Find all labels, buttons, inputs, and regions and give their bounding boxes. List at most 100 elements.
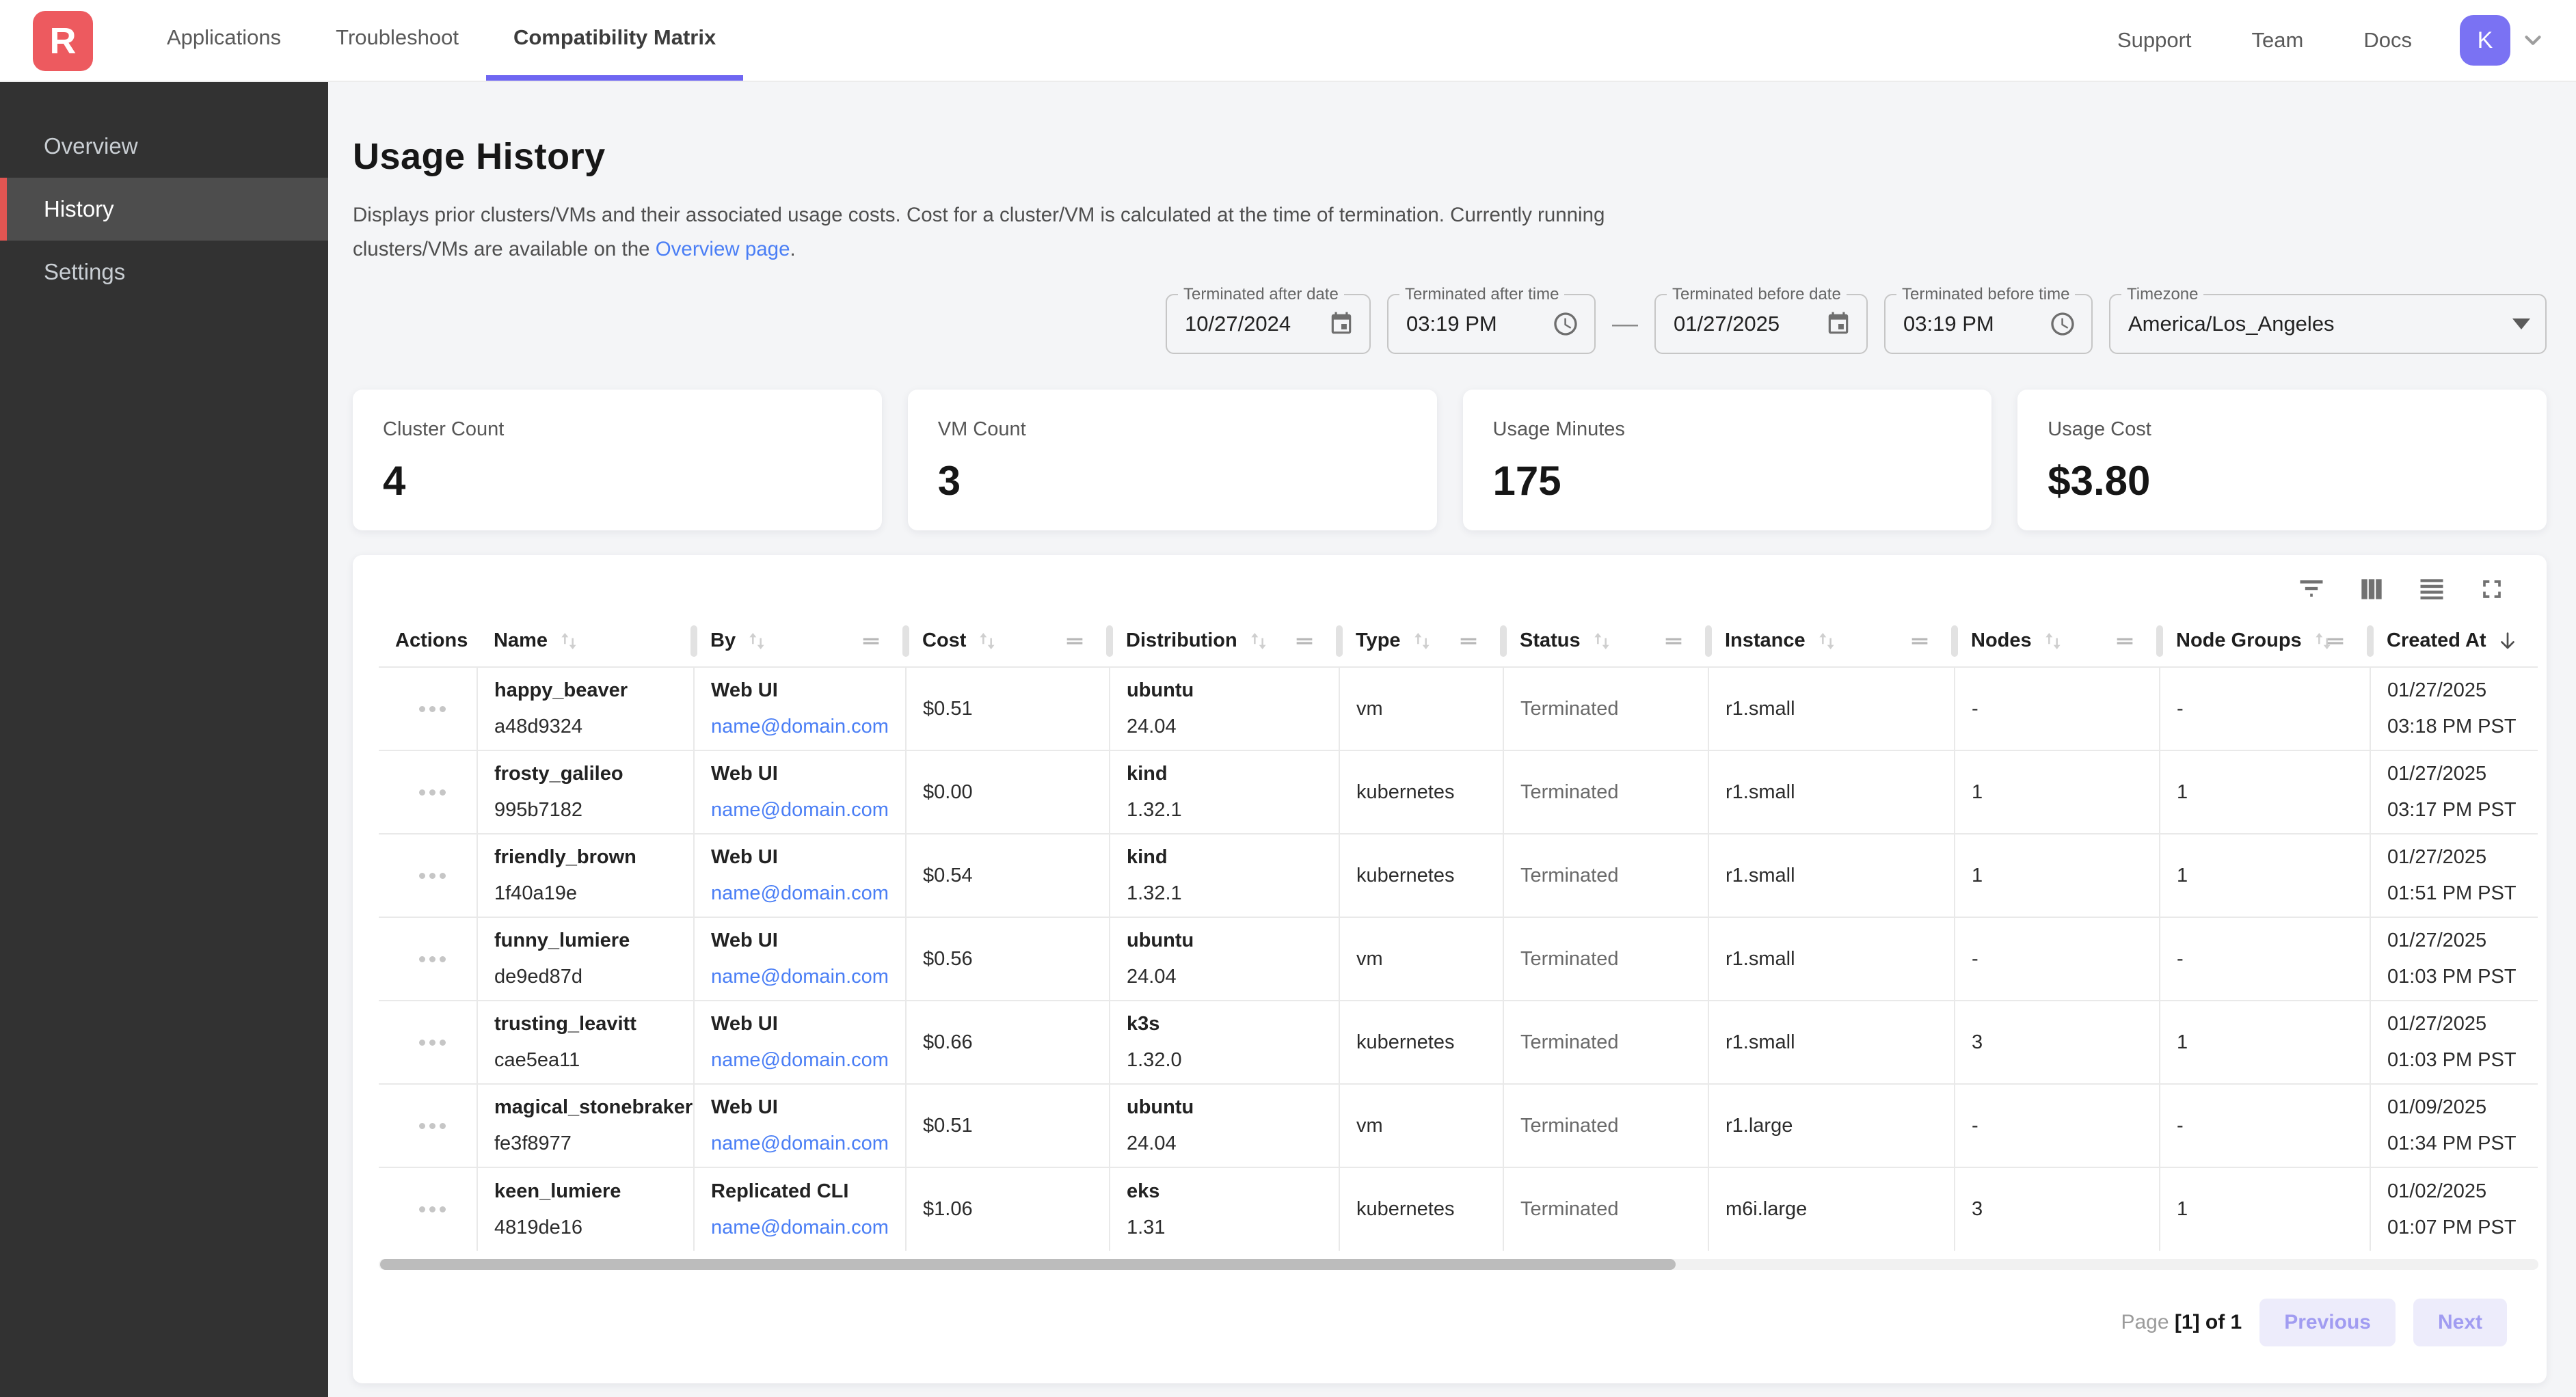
type-cell: kubernetes [1339,1001,1503,1084]
team-link[interactable]: Team [2252,28,2304,53]
timezone-select[interactable]: Timezone America/Los_Angeles [2109,294,2547,354]
user-menu-chevron-icon[interactable] [2520,27,2546,53]
sort-icon[interactable] [745,629,768,653]
column-header-node-groups[interactable]: Node Groups [2160,615,2370,667]
user-avatar[interactable]: K [2460,15,2510,66]
column-menu-icon[interactable] [2324,629,2347,653]
range-dash: — [1612,310,1638,339]
sidebar-item-history[interactable]: History [0,178,328,241]
distribution-name: ubuntu [1127,930,1332,952]
terminated-after-time-field[interactable]: Terminated after time [1387,294,1596,354]
column-header-cost[interactable]: Cost [906,615,1110,667]
density-icon[interactable] [2417,574,2447,604]
created-by-email-link[interactable]: name@domain.com [711,1049,898,1072]
node-groups-cell: - [2160,667,2370,750]
created-by-email-link[interactable]: name@domain.com [711,882,898,905]
avatar-initial: K [2478,27,2493,54]
fullscreen-icon[interactable] [2477,574,2507,604]
row-actions-button[interactable] [395,1168,470,1251]
row-actions-button[interactable] [395,1001,470,1083]
column-menu-icon[interactable] [1908,629,1931,653]
columns-icon[interactable] [2357,574,2387,604]
column-header-created-at[interactable]: Created At [2370,615,2538,667]
type-cell: kubernetes [1339,750,1503,834]
dropdown-caret-icon[interactable] [2512,318,2530,329]
type-cell: vm [1339,1084,1503,1167]
column-header-instance[interactable]: Instance [1708,615,1955,667]
terminated-before-date-input[interactable] [1674,312,1819,336]
tab-troubleshoot[interactable]: Troubleshoot [308,0,486,81]
column-menu-icon[interactable] [2113,629,2136,653]
sort-icon[interactable] [1247,629,1270,653]
column-menu-icon[interactable] [1662,629,1685,653]
filter-icon[interactable] [2296,574,2326,604]
nodes-cell: - [1955,667,2160,750]
stat-card-cluster-count: Cluster Count 4 [353,390,882,530]
clock-icon[interactable] [1552,310,1579,338]
column-header-actions: Actions [379,615,477,667]
row-actions-button[interactable] [395,751,470,833]
table-toolbar [353,555,2547,612]
row-actions-button[interactable] [395,668,470,750]
sort-icon[interactable] [557,629,580,653]
column-header-status[interactable]: Status [1503,615,1708,667]
horizontal-scrollbar-thumb[interactable] [380,1259,1676,1270]
sort-icon[interactable] [976,629,999,653]
created-by-email-link[interactable]: name@domain.com [711,716,898,738]
terminated-before-date-field[interactable]: Terminated before date [1654,294,1868,354]
column-menu-icon[interactable] [859,629,883,653]
row-actions-button[interactable] [395,918,470,1000]
sidebar-item-settings[interactable]: Settings [0,241,328,303]
column-menu-icon[interactable] [1063,629,1086,653]
distribution-name: ubuntu [1127,679,1332,702]
cluster-name: frosty_galileo [494,763,686,785]
column-header-nodes[interactable]: Nodes [1955,615,2160,667]
overview-page-link[interactable]: Overview page [656,238,790,260]
distribution-version: 24.04 [1127,1132,1332,1155]
terminated-after-date-input[interactable] [1185,312,1321,336]
sort-icon[interactable] [1410,629,1434,653]
terminated-before-time-label: Terminated before time [1896,285,2075,304]
terminated-after-date-field[interactable]: Terminated after date [1166,294,1371,354]
support-link[interactable]: Support [2117,28,2192,53]
column-menu-icon[interactable] [1293,629,1316,653]
column-header-distribution[interactable]: Distribution [1110,615,1339,667]
terminated-before-time-field[interactable]: Terminated before time [1884,294,2093,354]
node-groups-cell: - [2160,1084,2370,1167]
sidebar-item-overview[interactable]: Overview [0,115,328,178]
sort-icon[interactable] [2041,629,2065,653]
created-date: 01/27/2025 [2387,763,2531,785]
terminated-after-time-input[interactable] [1406,312,1545,336]
calendar-icon[interactable] [1825,311,1851,337]
created-by-email-link[interactable]: name@domain.com [711,1132,898,1155]
row-actions-button[interactable] [395,835,470,917]
column-menu-icon[interactable] [1457,629,1480,653]
cluster-name: friendly_brown [494,846,686,869]
column-header-name[interactable]: Name [477,615,694,667]
status-cell: Terminated [1503,834,1708,917]
column-header-type[interactable]: Type [1339,615,1503,667]
terminated-before-time-input[interactable] [1903,312,2042,336]
sort-desc-icon[interactable] [2496,629,2519,653]
previous-page-button[interactable]: Previous [2259,1299,2396,1346]
sort-icon[interactable] [1815,629,1838,653]
calendar-icon[interactable] [1328,311,1354,337]
next-page-button[interactable]: Next [2413,1299,2507,1346]
terminated-after-time-label: Terminated after time [1399,285,1564,304]
created-by-source: Web UI [711,1013,898,1035]
horizontal-scrollbar[interactable] [379,1259,2538,1270]
created-time: 03:17 PM PST [2387,799,2531,822]
created-by-email-link[interactable]: name@domain.com [711,1217,898,1239]
created-by-email-link[interactable]: name@domain.com [711,799,898,822]
created-by-email-link[interactable]: name@domain.com [711,966,898,988]
tab-compatibility-matrix[interactable]: Compatibility Matrix [486,0,743,81]
replicated-logo: R [33,11,93,71]
cost-cell: $0.56 [906,917,1110,1001]
row-actions-button[interactable] [395,1085,470,1167]
tab-applications[interactable]: Applications [139,0,308,81]
clock-icon[interactable] [2049,310,2076,338]
docs-link[interactable]: Docs [2363,28,2412,53]
column-header-by[interactable]: By [694,615,906,667]
sort-icon[interactable] [1590,629,1613,653]
created-date: 01/27/2025 [2387,679,2531,702]
